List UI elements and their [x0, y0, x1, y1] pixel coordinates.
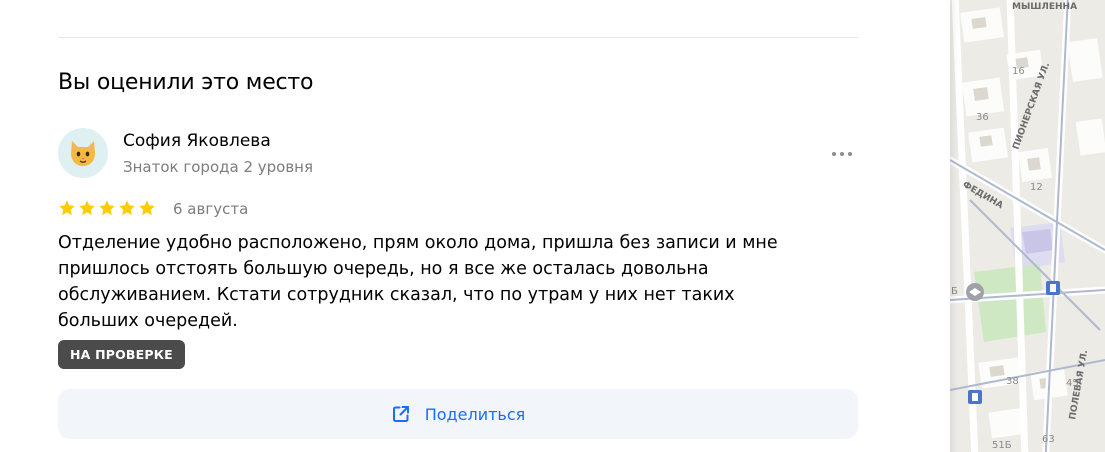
house-number: 45 — [1066, 378, 1079, 389]
star-icon — [139, 200, 155, 216]
star-icon — [99, 200, 115, 216]
review-text: Отделение удобно расположено, прям около… — [58, 233, 778, 331]
share-icon — [392, 406, 409, 422]
divider — [58, 37, 858, 38]
author-name[interactable]: София Яковлева — [123, 131, 271, 151]
school-poi-icon — [966, 283, 984, 301]
author-level: Знаток города 2 уровня — [123, 158, 314, 176]
transit-poi-icon — [1046, 281, 1060, 295]
map-canvas: МЫШЛЕННА ПИОНЕРСКАЯ УЛ. ФЕДИНА ПОЛЕВАЯ У… — [950, 0, 1105, 452]
cat-face-icon — [71, 141, 95, 166]
review-date: 6 августа — [173, 200, 249, 218]
share-button[interactable]: Поделиться — [58, 389, 858, 439]
avatar[interactable] — [58, 128, 108, 178]
share-label: Поделиться — [424, 404, 526, 424]
house-number: 38 — [1006, 376, 1019, 387]
map-edge-shadow — [950, 0, 958, 452]
house-number: 16 — [1012, 66, 1025, 77]
star-icon — [79, 200, 95, 216]
house-number: 63 — [1042, 434, 1055, 445]
house-number: 12 — [1030, 182, 1043, 193]
transit-poi-icon — [968, 390, 982, 404]
section-heading: Вы оценили это место — [58, 70, 314, 95]
rating-stars — [58, 199, 156, 217]
map-label: МЫШЛЕННА — [1012, 2, 1077, 12]
house-number: 36 — [976, 112, 989, 123]
map[interactable]: МЫШЛЕННА ПИОНЕРСКАЯ УЛ. ФЕДИНА ПОЛЕВАЯ У… — [950, 0, 1105, 452]
more-dots-icon[interactable] — [826, 143, 858, 165]
star-icon — [59, 200, 75, 216]
house-number: 51Б — [992, 440, 1012, 451]
star-icon — [119, 200, 135, 216]
review-panel: Вы оценили это место София Яковлева Знат… — [0, 0, 950, 452]
status-badge: НА ПРОВЕРКЕ — [58, 340, 185, 369]
